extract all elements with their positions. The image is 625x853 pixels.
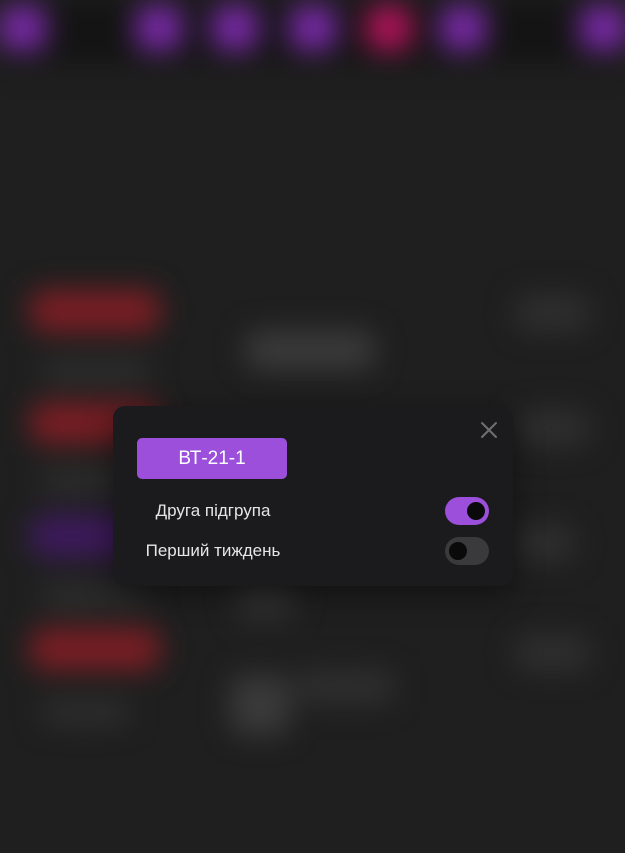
blurred-day-chip — [212, 6, 258, 50]
blurred-day-chip — [580, 6, 625, 50]
blurred-text-line — [40, 700, 130, 724]
setting-row-first-week: Перший тиждень — [113, 536, 513, 566]
blurred-day-chip — [0, 6, 46, 50]
blurred-avatar — [230, 675, 290, 735]
blurred-time-label — [515, 410, 590, 446]
setting-row-second-subgroup: Друга підгрупа — [113, 496, 513, 526]
toggle-knob — [467, 502, 485, 520]
blurred-day-chip — [290, 6, 336, 50]
blurred-time-label — [515, 635, 590, 671]
second-subgroup-label: Друга підгрупа — [155, 501, 271, 520]
first-week-toggle[interactable] — [445, 537, 489, 565]
first-week-label: Перший тиждень — [145, 541, 281, 560]
blurred-time-label — [515, 295, 590, 331]
blurred-text-line — [40, 360, 150, 382]
blurred-text-line — [295, 670, 395, 704]
close-icon — [481, 422, 497, 438]
blurred-day-chip — [440, 6, 486, 50]
blurred-lesson-tag — [30, 628, 160, 670]
blurred-lesson-tag — [30, 290, 160, 332]
blurred-day-chip-active — [366, 6, 412, 50]
blurred-top-bar — [0, 0, 625, 64]
second-subgroup-toggle[interactable] — [445, 497, 489, 525]
blurred-text-line — [245, 330, 375, 370]
toggle-knob — [449, 542, 467, 560]
blurred-text-line — [40, 585, 150, 607]
blurred-day-chip — [136, 6, 182, 50]
close-button[interactable] — [477, 418, 501, 442]
settings-dialog: ВТ-21-1 Друга підгрупа Перший тиждень — [113, 406, 513, 586]
group-select-button[interactable]: ВТ-21-1 — [137, 438, 287, 479]
screen: ВТ-21-1 Друга підгрупа Перший тиждень — [0, 0, 625, 853]
blurred-text-line — [235, 580, 295, 620]
blurred-time-label — [515, 525, 575, 561]
